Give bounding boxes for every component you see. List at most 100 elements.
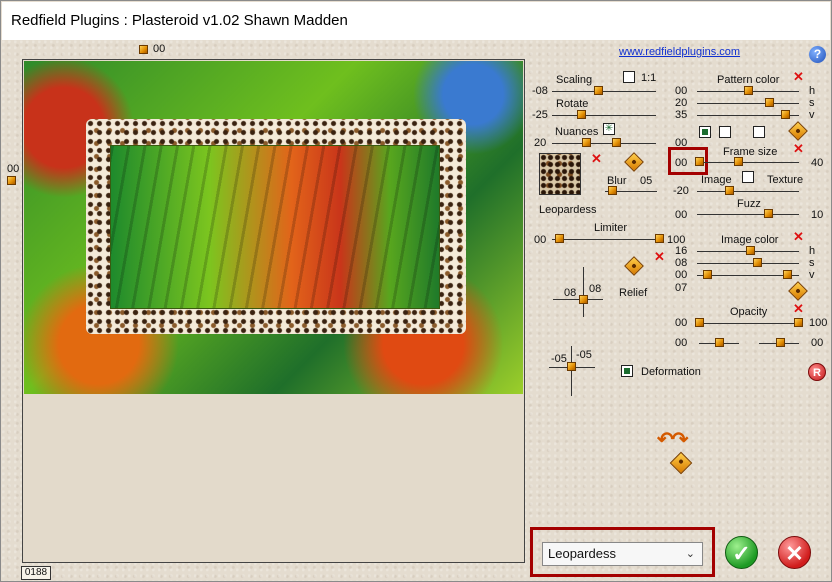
frame-size-knob-max[interactable] — [734, 157, 743, 166]
frame-size-track[interactable] — [697, 162, 799, 163]
opacity-knob-min[interactable] — [695, 318, 704, 327]
limiter-slider-track[interactable] — [552, 239, 662, 240]
reset-all-button[interactable]: R — [808, 363, 826, 381]
pattern-h-axis: h — [809, 85, 816, 97]
deformation-label: Deformation — [641, 366, 701, 378]
pattern-color-reset-icon[interactable]: ✕ — [793, 70, 804, 83]
scaling-slider-track[interactable] — [552, 91, 656, 92]
image-h-axis: h — [809, 245, 816, 257]
rotate-slider-knob[interactable] — [577, 110, 586, 119]
opacity-reset-icon[interactable]: ✕ — [793, 302, 804, 315]
relief-x-track[interactable] — [553, 299, 603, 300]
limiter-knob-min[interactable] — [555, 234, 564, 243]
nuances-toggle-icon[interactable]: ✳ — [603, 123, 615, 135]
opacity-min: 00 — [675, 317, 688, 329]
opacity-label: Opacity — [730, 306, 768, 318]
texture-reset-icon[interactable]: ✕ — [591, 152, 602, 165]
frame-size-knob-min[interactable] — [695, 157, 704, 166]
cancel-button[interactable]: ✕ — [778, 536, 811, 569]
scaling-value: -08 — [532, 85, 548, 97]
rotate-label: Rotate — [556, 98, 589, 110]
pattern-mode-checkbox-3[interactable] — [753, 126, 765, 138]
scaling-slider-knob[interactable] — [594, 86, 603, 95]
fuzz-track[interactable] — [697, 214, 799, 215]
deformation-knob[interactable] — [567, 362, 576, 371]
pattern-s-axis: s — [809, 97, 815, 109]
help-icon[interactable]: ? — [809, 46, 826, 63]
frame-size-min: 00 — [675, 157, 688, 169]
preview-pane[interactable] — [22, 59, 525, 563]
pattern-color-label: Pattern color — [717, 74, 780, 86]
fuzz-knob[interactable] — [764, 209, 773, 218]
deformation-y-value: -05 — [576, 349, 592, 361]
relief-label: Relief — [619, 287, 648, 299]
rotate-slider-track[interactable] — [552, 115, 656, 116]
nuances-value: 20 — [534, 137, 547, 149]
left-offset-knob[interactable] — [7, 176, 16, 185]
deformation-x-value: -05 — [551, 353, 567, 365]
pattern-h-knob[interactable] — [744, 86, 753, 95]
frame-size-label: Frame size — [723, 146, 778, 158]
pattern-v-value: 35 — [675, 109, 688, 121]
limiter-label: Limiter — [594, 222, 628, 234]
image-counter: 0188 — [21, 566, 51, 580]
ok-button[interactable]: ✓ — [725, 536, 758, 569]
deformation-y-track[interactable] — [571, 346, 572, 396]
pattern-s-knob[interactable] — [765, 98, 774, 107]
pattern-mode-checkbox-2[interactable] — [719, 126, 731, 138]
limiter-knob-max[interactable] — [655, 234, 664, 243]
image-color-label: Image color — [721, 234, 779, 246]
limiter-min: 00 — [534, 234, 547, 246]
blur-slider-knob[interactable] — [608, 186, 617, 195]
opacity-knob-max[interactable] — [794, 318, 803, 327]
plugin-window: Redfield Plugins : Plasteroid v1.02 Shaw… — [0, 0, 832, 582]
texture-label: Texture — [767, 174, 804, 186]
pattern-s-track[interactable] — [697, 103, 799, 104]
frame-size-reset-icon[interactable]: ✕ — [793, 142, 804, 155]
image-s-knob[interactable] — [753, 258, 762, 267]
image-v-knob[interactable] — [703, 270, 712, 279]
blur-value: 05 — [640, 175, 653, 187]
image-s-axis: s — [809, 257, 815, 269]
preview-inner-image — [110, 145, 440, 309]
relief-reset-icon[interactable]: ✕ — [654, 250, 665, 263]
top-offset-knob[interactable] — [139, 45, 148, 54]
opacity-sub-knob-a[interactable] — [715, 338, 724, 347]
image-v-value: 00 — [675, 269, 688, 281]
left-offset-value: 00 — [7, 163, 20, 175]
randomize-arrows-icon[interactable]: ↶↷ — [657, 427, 688, 452]
image-v-knob-max[interactable] — [783, 270, 792, 279]
image-texture-knob[interactable] — [725, 186, 734, 195]
pattern-mode-checkbox-1[interactable] — [699, 126, 711, 138]
image-s-track[interactable] — [697, 263, 799, 264]
fuzz-min: 00 — [675, 209, 688, 221]
image-h-value: 16 — [675, 245, 688, 257]
pattern-v-knob[interactable] — [781, 110, 790, 119]
opacity-max-2: 00 — [811, 337, 824, 349]
image-texture-toggle[interactable] — [742, 171, 754, 183]
nuances-slider-knob-b[interactable] — [612, 138, 621, 147]
scaling-label: Scaling — [556, 74, 593, 86]
preset-select[interactable]: Leopardess ⌄ — [542, 542, 703, 566]
scaling-1to1-checkbox[interactable] — [623, 71, 635, 83]
nuances-slider-knob-a[interactable] — [582, 138, 591, 147]
image-texture-track[interactable] — [697, 191, 799, 192]
image-color-reset-icon[interactable]: ✕ — [793, 230, 804, 243]
relief-knob[interactable] — [579, 295, 588, 304]
texture-thumbnail[interactable] — [539, 153, 581, 195]
image-color-extra: 07 — [675, 282, 688, 294]
relief-y-value: 08 — [589, 283, 602, 295]
website-link[interactable]: www.redfieldplugins.com — [619, 46, 740, 58]
image-texture-value: -20 — [673, 185, 689, 197]
top-offset-value: 00 — [153, 43, 166, 55]
opacity-min-2: 00 — [675, 337, 688, 349]
nuances-slider-track[interactable] — [552, 143, 656, 144]
deformation-checkbox[interactable] — [621, 365, 633, 377]
opacity-sub-knob-b[interactable] — [776, 338, 785, 347]
opacity-track[interactable] — [697, 323, 799, 324]
preset-select-value: Leopardess — [548, 546, 616, 561]
relief-y-track[interactable] — [583, 267, 584, 317]
image-h-knob[interactable] — [746, 246, 755, 255]
fuzz-max: 10 — [811, 209, 824, 221]
image-label: Image — [701, 174, 732, 186]
